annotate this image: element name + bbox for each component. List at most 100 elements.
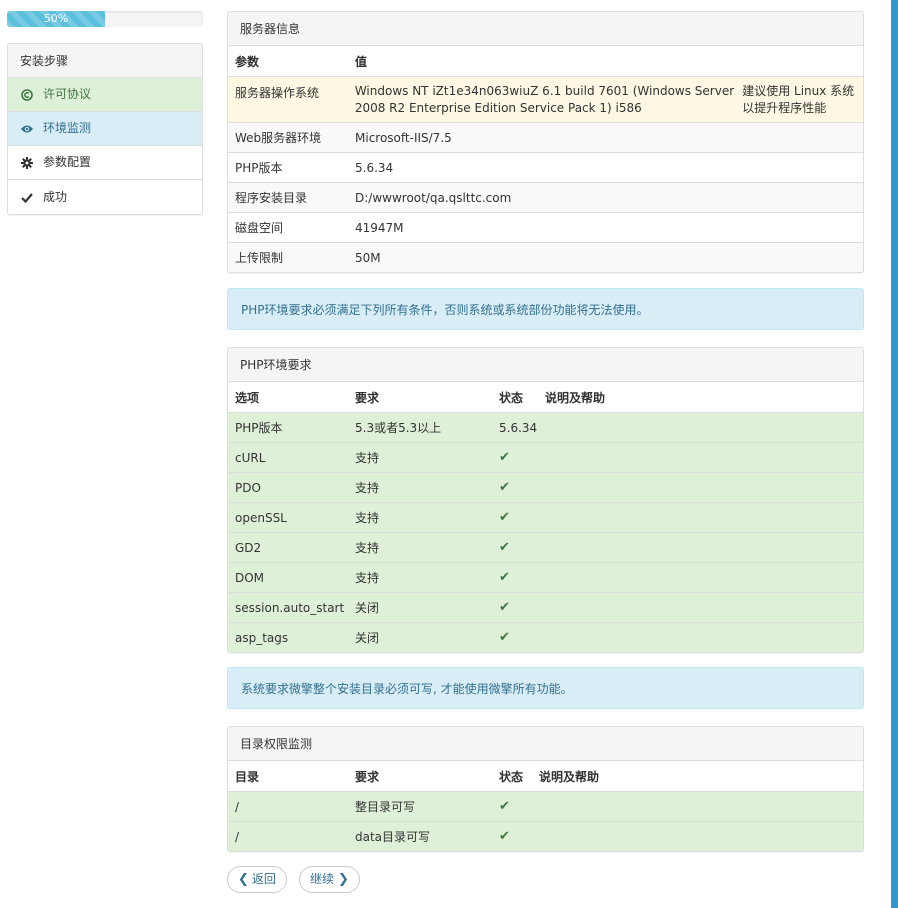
cell-requirement: 整目录可写 (355, 800, 416, 814)
step-env-check[interactable]: 环境监测 (8, 112, 202, 146)
table-row: 程序安装目录 D:/wwwroot/qa.qslttc.com (228, 182, 863, 212)
table-header: 目录 要求 状态 说明及帮助 (228, 761, 863, 791)
cell-requirement: 关闭 (355, 601, 380, 615)
cell-value: 5.6.34 (355, 160, 394, 175)
cell-value: 41947M (355, 220, 404, 235)
next-label: 继续 (310, 872, 335, 886)
cell-option: DOM (235, 570, 265, 585)
table-row: asp_tags 关闭 ✔ (228, 622, 863, 652)
cell-param: 上传限制 (235, 251, 284, 265)
cell-param: PHP版本 (235, 161, 283, 175)
step-label: 环境监测 (43, 121, 92, 135)
cell-requirement: 支持 (355, 541, 380, 555)
cell-value: Windows NT iZt1e34n063wiuZ 6.1 build 760… (354, 83, 735, 115)
table-row: DOM 支持 ✔ (228, 562, 863, 592)
cell-option: cURL (235, 450, 266, 465)
step-label: 成功 (43, 189, 68, 204)
gear-icon (20, 156, 34, 169)
header-param: 参数 (235, 54, 260, 69)
scrollbar-edge (891, 0, 898, 908)
back-label: 返回 (251, 872, 276, 886)
check-icon: ✔ (499, 799, 510, 814)
table-row: PHP版本 5.6.34 (228, 152, 863, 182)
table-header: 选项 要求 状态 说明及帮助 (228, 382, 863, 412)
table-row: cURL 支持 ✔ (228, 442, 863, 472)
table-row: session.auto_start 关闭 ✔ (228, 592, 863, 622)
cell-dir: / (235, 799, 240, 814)
chevron-right-icon: ❯ (338, 872, 349, 887)
step-label: 参数配置 (43, 155, 92, 169)
cell-dir: / (235, 829, 240, 844)
steps-sidebar: 安装步骤 许可协议 环境监测 参数配置 成功 (7, 43, 203, 215)
steps-title: 安装步骤 (8, 44, 202, 78)
table-row: 上传限制 50M (228, 242, 863, 272)
cell-param: Web服务器环境 (235, 131, 322, 145)
header-help: 说明及帮助 (545, 390, 606, 405)
step-license[interactable]: 许可协议 (8, 78, 202, 112)
table-row: 服务器操作系统 Windows NT iZt1e34n063wiuZ 6.1 b… (228, 76, 863, 122)
header-status: 状态 (499, 769, 524, 784)
dir-permission-panel: 目录权限监测 目录 要求 状态 说明及帮助 / 整目录可写 ✔ / data目录… (227, 726, 864, 852)
cell-value: 50M (355, 250, 381, 265)
step-params[interactable]: 参数配置 (8, 146, 202, 180)
table-row: openSSL 支持 ✔ (228, 502, 863, 532)
table-row: GD2 支持 ✔ (228, 532, 863, 562)
step-label: 许可协议 (43, 87, 92, 101)
cell-status: 5.6.34 (499, 420, 538, 435)
cell-value: D:/wwwroot/qa.qslttc.com (355, 190, 512, 205)
cell-param: 程序安装目录 (235, 191, 308, 205)
table-header: 参数 值 (228, 46, 863, 76)
php-requirement-alert: PHP环境要求必须满足下列所有条件，否则系统或系统部份功能将无法使用。 (227, 288, 864, 330)
progress-bar: 50% (7, 11, 105, 27)
cell-requirement: 支持 (355, 481, 380, 495)
cell-option: openSSL (235, 510, 287, 525)
cell-option: PHP版本 (235, 421, 283, 435)
step-success[interactable]: 成功 (8, 180, 202, 214)
cell-param: 服务器操作系统 (235, 86, 320, 100)
cell-note: 建议使用 Linux 系统以提升程序性能 (742, 83, 855, 115)
table-row: / 整目录可写 ✔ (228, 791, 863, 821)
header-dir: 目录 (235, 769, 260, 784)
check-icon: ✔ (499, 510, 510, 525)
check-icon: ✔ (499, 570, 510, 585)
table-row: Web服务器环境 Microsoft-IIS/7.5 (228, 122, 863, 152)
table-row: PDO 支持 ✔ (228, 472, 863, 502)
cell-option: GD2 (235, 540, 262, 555)
dir-requirement-alert: 系统要求微擎整个安装目录必须可写, 才能使用微擎所有功能。 (227, 667, 864, 709)
table-row: / data目录可写 ✔ (228, 821, 863, 851)
check-icon: ✔ (499, 540, 510, 555)
cell-value: Microsoft-IIS/7.5 (355, 130, 452, 145)
copyright-icon (20, 88, 34, 101)
cell-requirement: data目录可写 (355, 830, 431, 844)
header-requirement: 要求 (355, 390, 380, 405)
check-icon: ✔ (499, 630, 510, 645)
chevron-left-icon: ❮ (238, 872, 249, 887)
cell-requirement: 关闭 (355, 631, 380, 645)
table-row: PHP版本 5.3或者5.3以上 5.6.34 (228, 412, 863, 442)
cell-option: PDO (235, 480, 261, 495)
check-icon: ✔ (499, 480, 510, 495)
panel-title: 服务器信息 (228, 12, 863, 46)
cell-option: session.auto_start (235, 600, 345, 615)
server-info-panel: 服务器信息 参数 值 服务器操作系统 Windows NT iZt1e34n06… (227, 11, 864, 273)
eye-icon (20, 124, 34, 134)
check-icon: ✔ (499, 829, 510, 844)
check-icon (20, 192, 34, 203)
back-button[interactable]: ❮ 返回 (227, 866, 287, 893)
cell-requirement: 支持 (355, 451, 380, 465)
panel-title: PHP环境要求 (228, 348, 863, 382)
header-help: 说明及帮助 (539, 769, 600, 784)
header-requirement: 要求 (355, 769, 380, 784)
header-status: 状态 (499, 390, 524, 405)
check-icon: ✔ (499, 600, 510, 615)
panel-title: 目录权限监测 (228, 727, 863, 761)
php-env-panel: PHP环境要求 选项 要求 状态 说明及帮助 PHP版本 5.3或者5.3以上 … (227, 347, 864, 653)
cell-requirement: 支持 (355, 571, 380, 585)
cell-param: 磁盘空间 (235, 221, 284, 235)
check-icon: ✔ (499, 450, 510, 465)
table-row: 磁盘空间 41947M (228, 212, 863, 242)
install-progress: 50% (7, 11, 203, 27)
cell-option: asp_tags (235, 630, 289, 645)
next-button[interactable]: 继续 ❯ (299, 866, 360, 893)
header-option: 选项 (235, 390, 260, 405)
